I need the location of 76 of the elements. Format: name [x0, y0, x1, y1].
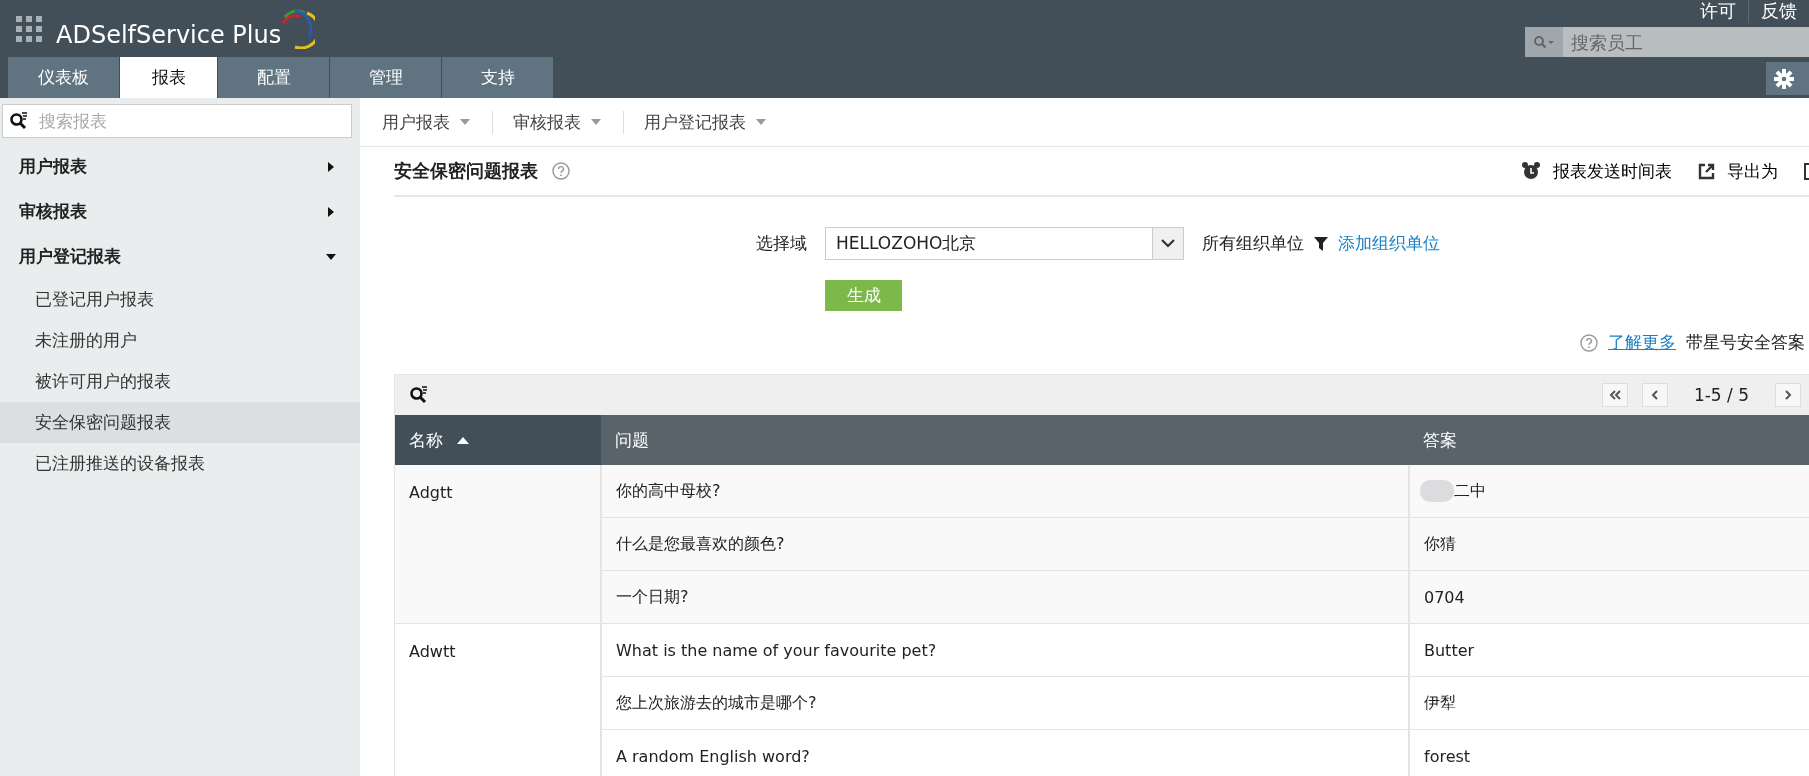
- help-icon: [1580, 333, 1598, 352]
- report-menu[interactable]: 用户登记报表: [644, 110, 788, 134]
- settings-button[interactable]: [1766, 62, 1809, 95]
- table-cell: 一个日期?: [601, 570, 1409, 624]
- search-icon: [1533, 35, 1555, 49]
- column-header[interactable]: 答案: [1409, 415, 1809, 465]
- caret-down-icon: [326, 251, 336, 262]
- search-icon[interactable]: [409, 385, 429, 405]
- employee-search-field[interactable]: 搜索员工: [1563, 27, 1803, 57]
- sidebar-section[interactable]: 审核报表: [0, 189, 360, 234]
- column-header[interactable]: 名称: [395, 415, 601, 465]
- table-cell: 二中: [1409, 465, 1809, 518]
- app-grid-icon[interactable]: [16, 15, 42, 42]
- export-icon: [1698, 162, 1715, 180]
- sidebar-item[interactable]: 已注册推送的设备报表: [0, 443, 360, 484]
- previous-page-button[interactable]: [1641, 383, 1668, 407]
- caret-icon: [591, 119, 601, 125]
- alarm-clock-icon: [1521, 161, 1541, 181]
- table-cell: 0704: [1409, 570, 1809, 624]
- next-page-button[interactable]: [1775, 383, 1801, 407]
- table-cell: Adwtt: [395, 623, 601, 776]
- employee-search-box[interactable]: 搜索员工: [1525, 27, 1809, 57]
- table-cell: 你猜: [1409, 517, 1809, 571]
- header-link[interactable]: 许可: [1688, 0, 1748, 23]
- nav-tab[interactable]: 管理: [330, 57, 442, 98]
- report-title: 安全保密问题报表: [394, 159, 538, 183]
- column-header[interactable]: 问题: [601, 415, 1409, 465]
- redaction-blur: [1420, 480, 1454, 502]
- page-range: 1-5 / 5: [1693, 385, 1749, 405]
- settings-icon: [1774, 68, 1794, 89]
- nav-tab[interactable]: 配置: [218, 57, 330, 98]
- table-cell: 你的高中母校?: [601, 465, 1409, 518]
- report-search-box[interactable]: 搜索报表: [2, 104, 352, 138]
- table-cell: Butter: [1409, 623, 1809, 677]
- table-cell: forest: [1409, 729, 1809, 776]
- sidebar-section[interactable]: 用户登记报表: [0, 234, 360, 279]
- caret-icon: [460, 119, 470, 125]
- product-logo-text: ADSelfService Plus: [56, 20, 282, 49]
- sidebar-item[interactable]: 安全保密问题报表: [0, 402, 360, 443]
- table-cell: What is the name of your favourite pet?: [601, 623, 1409, 677]
- double-chevron-left-icon: [1608, 390, 1621, 400]
- chevron-right-icon: [1784, 390, 1792, 400]
- domain-label: 选择域: [756, 232, 807, 255]
- logo-arcs-icon: [281, 8, 316, 49]
- sidebar-item[interactable]: 未注册的用户: [0, 320, 360, 361]
- schedule-button[interactable]: 报表发送时间表: [1521, 159, 1672, 183]
- caret-icon: [756, 119, 766, 125]
- add-ou-link[interactable]: 添加组织单位: [1338, 232, 1440, 255]
- chevron-left-icon: [1651, 390, 1659, 400]
- table-cell: 伊犁: [1409, 676, 1809, 730]
- table-cell: 您上次旅游去的城市是哪个?: [601, 676, 1409, 730]
- export-button[interactable]: 导出为: [1698, 159, 1778, 183]
- caret-right-icon: [326, 161, 336, 172]
- report-menu[interactable]: 审核报表: [513, 110, 624, 134]
- domain-dropdown[interactable]: HELLOZOHO北京: [825, 227, 1184, 260]
- info-text: 带星号安全答案: [1686, 331, 1805, 354]
- nav-tab[interactable]: 报表: [120, 57, 218, 98]
- header-link[interactable]: 反馈: [1748, 0, 1809, 23]
- table-cell: 什么是您最喜欢的颜色?: [601, 517, 1409, 571]
- ou-label: 所有组织单位: [1202, 232, 1304, 255]
- table-cell: A random English word?: [601, 729, 1409, 776]
- help-icon: [552, 162, 570, 180]
- caret-right-icon: [326, 206, 336, 217]
- sidebar-item[interactable]: 已登记用户报表: [0, 279, 360, 320]
- first-page-button[interactable]: [1601, 383, 1628, 407]
- nav-tab[interactable]: 仪表板: [8, 57, 120, 98]
- sidebar-item[interactable]: 被许可用户的报表: [0, 361, 360, 402]
- filter-icon[interactable]: [1314, 236, 1328, 251]
- sort-up-icon: [457, 436, 469, 444]
- nav-tab[interactable]: 支持: [442, 57, 554, 98]
- report-menu[interactable]: 用户报表: [382, 110, 493, 134]
- table-cell: Adgtt: [395, 465, 601, 624]
- search-icon[interactable]: [9, 111, 29, 131]
- chevron-down-icon: [1161, 239, 1175, 248]
- sidebar-section[interactable]: 用户报表: [0, 144, 360, 189]
- learn-more-link[interactable]: 了解更多: [1608, 331, 1676, 354]
